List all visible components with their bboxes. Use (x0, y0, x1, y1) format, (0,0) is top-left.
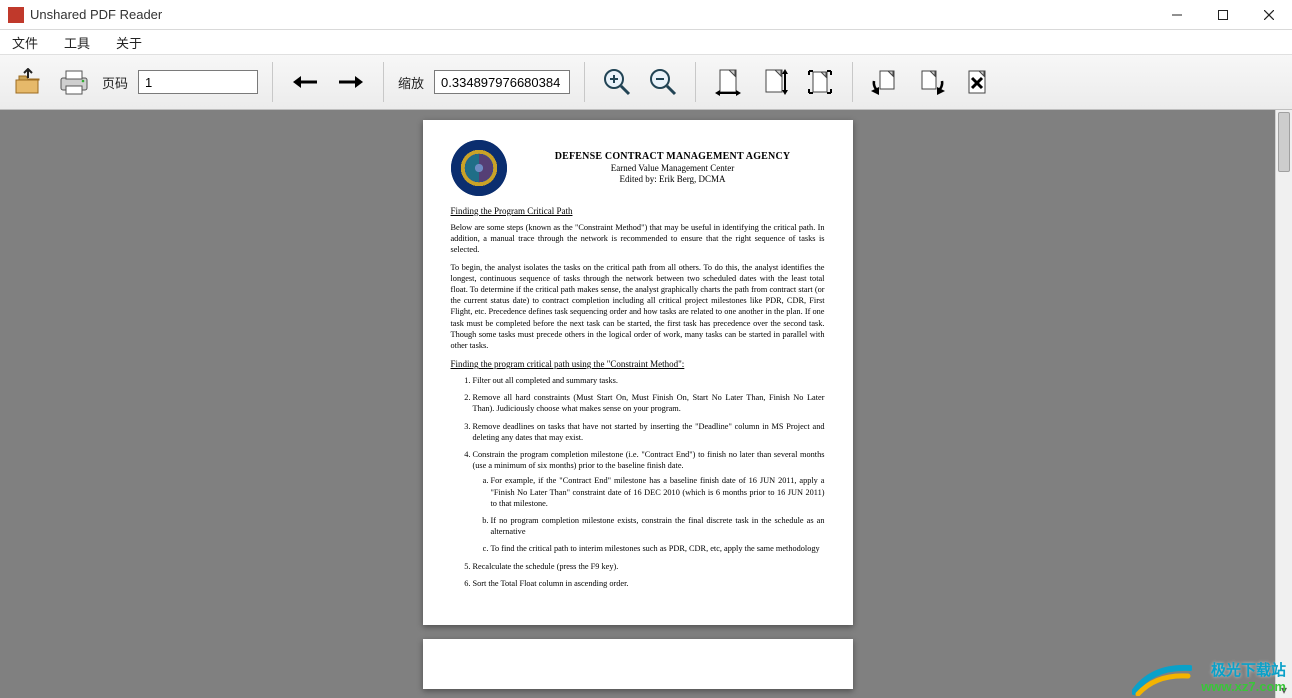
doc-substep-item: If no program completion milestone exist… (491, 515, 825, 537)
doc-subtitle: Earned Value Management Center (521, 163, 825, 174)
toolbar: 页码 缩放 (0, 54, 1292, 110)
zoom-value-input[interactable] (434, 70, 570, 94)
title-bar: Unshared PDF Reader (0, 0, 1292, 30)
fit-width-button[interactable] (710, 64, 746, 100)
doc-step-item: Sort the Total Float column in ascending… (473, 578, 825, 589)
previous-page-button[interactable] (287, 64, 323, 100)
doc-step-item: Remove deadlines on tasks that have not … (473, 421, 825, 443)
doc-step-item: Constrain the program completion milesto… (473, 449, 825, 555)
menu-file[interactable]: 文件 (8, 31, 42, 54)
close-document-button[interactable] (959, 64, 995, 100)
rotate-ccw-button[interactable] (867, 64, 903, 100)
document-viewport[interactable]: DEFENSE CONTRACT MANAGEMENT AGENCY Earne… (0, 110, 1275, 698)
pdf-page-2-peek (423, 639, 853, 689)
maximize-button[interactable] (1200, 0, 1246, 30)
doc-paragraph: Below are some steps (known as the "Cons… (451, 222, 825, 256)
zoom-in-icon (602, 67, 632, 97)
page-number-input[interactable] (138, 70, 258, 94)
zoom-out-icon (648, 67, 678, 97)
previous-page-icon (291, 72, 319, 92)
doc-edited-by: Edited by: Erik Berg, DCMA (521, 174, 825, 185)
doc-step-item: Filter out all completed and summary tas… (473, 375, 825, 386)
toolbar-separator (272, 62, 273, 102)
toolbar-separator (584, 62, 585, 102)
doc-step-item: Recalculate the schedule (press the F9 k… (473, 561, 825, 572)
toolbar-separator (852, 62, 853, 102)
doc-substeps-list: For example, if the "Contract End" miles… (473, 475, 825, 554)
doc-steps-list: Filter out all completed and summary tas… (451, 375, 825, 589)
scroll-down-arrow-icon[interactable]: ▾ (1276, 681, 1292, 698)
vertical-scrollbar[interactable]: ▴ ▾ (1275, 110, 1292, 698)
viewer-container: DEFENSE CONTRACT MANAGEMENT AGENCY Earne… (0, 110, 1292, 698)
toolbar-separator (383, 62, 384, 102)
rotate-ccw-icon (870, 67, 900, 97)
pdf-page-1: DEFENSE CONTRACT MANAGEMENT AGENCY Earne… (423, 120, 853, 625)
fit-height-button[interactable] (756, 64, 792, 100)
minimize-button[interactable] (1154, 0, 1200, 30)
doc-substep-item: To find the critical path to interim mil… (491, 543, 825, 554)
full-screen-icon (805, 67, 835, 97)
print-button[interactable] (56, 64, 92, 100)
doc-section-heading: Finding the program critical path using … (451, 359, 825, 369)
scroll-thumb[interactable] (1278, 112, 1290, 172)
fit-width-icon (713, 67, 743, 97)
next-page-icon (337, 72, 365, 92)
menu-about[interactable]: 关于 (112, 31, 146, 54)
app-icon (8, 7, 24, 23)
doc-step-text: Constrain the program completion milesto… (473, 450, 825, 470)
zoom-out-button[interactable] (645, 64, 681, 100)
doc-paragraph: To begin, the analyst isolates the tasks… (451, 262, 825, 352)
full-screen-button[interactable] (802, 64, 838, 100)
printer-icon (58, 68, 90, 96)
doc-section-heading: Finding the Program Critical Path (451, 206, 825, 216)
doc-substep-item: For example, if the "Contract End" miles… (491, 475, 825, 509)
rotate-cw-icon (916, 67, 946, 97)
menu-tools[interactable]: 工具 (60, 31, 94, 54)
rotate-cw-button[interactable] (913, 64, 949, 100)
zoom-in-button[interactable] (599, 64, 635, 100)
open-file-icon (13, 68, 43, 96)
close-window-button[interactable] (1246, 0, 1292, 30)
window-title: Unshared PDF Reader (30, 7, 162, 22)
open-file-button[interactable] (10, 64, 46, 100)
fit-height-icon (759, 67, 789, 97)
zoom-label: 缩放 (398, 73, 424, 92)
close-document-icon (963, 68, 991, 96)
menu-bar: 文件 工具 关于 (0, 30, 1292, 54)
doc-title: DEFENSE CONTRACT MANAGEMENT AGENCY (521, 151, 825, 164)
next-page-button[interactable] (333, 64, 369, 100)
toolbar-separator (695, 62, 696, 102)
doc-step-item: Remove all hard constraints (Must Start … (473, 392, 825, 414)
page-label: 页码 (102, 73, 128, 92)
agency-seal-icon (451, 140, 507, 196)
